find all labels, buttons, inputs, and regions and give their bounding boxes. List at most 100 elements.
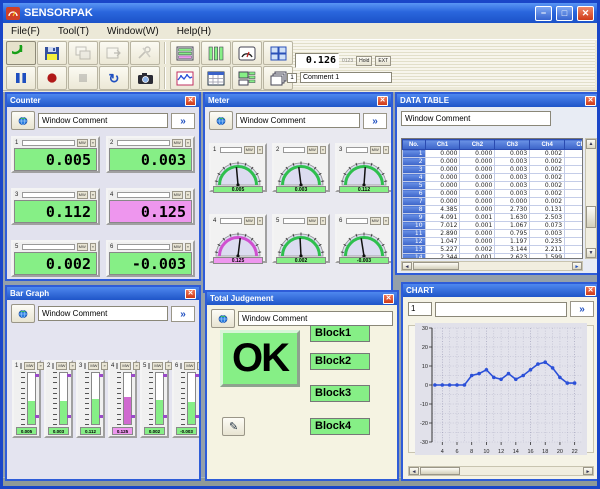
save-button[interactable] [37,41,67,65]
mw-button[interactable]: MW [88,362,99,370]
mw-button[interactable]: MW [370,146,381,154]
counter-window-titlebar[interactable]: Counter ✕ [7,94,199,107]
judgement-window-button[interactable] [232,66,262,90]
close-button[interactable]: ✕ [577,6,594,21]
total-judgement-comment-input[interactable] [238,311,393,326]
more-button[interactable]: » [383,146,389,154]
mw-button[interactable]: MW [244,146,255,154]
counter-expand-button[interactable]: » [171,113,195,129]
mw-button[interactable]: MW [172,139,183,147]
hold-button[interactable]: Hold [356,56,372,66]
edit-judgement-button[interactable]: ✎ [222,417,245,436]
more-button[interactable]: » [320,217,326,225]
comment-input[interactable] [300,72,392,83]
bar-graph-window-button[interactable] [201,41,231,65]
meter-subcomment-field[interactable] [346,147,368,153]
title-bar[interactable]: SENSORPAK − □ ✕ [3,3,597,23]
hscroll-thumb[interactable] [413,262,459,270]
more-button[interactable]: » [185,243,191,251]
bar-subcomment-field[interactable] [84,363,86,369]
bar-subcomment-field[interactable] [116,363,118,369]
meter-subcomment-field[interactable] [283,147,305,153]
mw-button[interactable]: MW [244,217,255,225]
mw-button[interactable]: MW [120,362,131,370]
more-button[interactable]: » [197,362,199,370]
bar-graph-settings-button[interactable] [11,304,35,323]
chart-window-button[interactable] [170,66,200,90]
meter-comment-input[interactable] [236,113,360,128]
more-button[interactable]: » [90,191,96,199]
ext-button[interactable]: EXT [375,56,391,66]
data-table-hscrollbar[interactable]: ◄ ► [401,261,583,271]
bar-graph-window-titlebar[interactable]: Bar Graph ✕ [7,287,199,300]
meter-subcomment-field[interactable] [220,147,242,153]
counter-window[interactable]: Counter ✕ » 1M [5,92,201,281]
more-button[interactable]: » [69,362,75,370]
scroll-down-icon[interactable]: ▼ [586,248,596,258]
data-table-vscrollbar[interactable]: ▲ ▼ [585,138,597,259]
data-table-close-icon[interactable]: ✕ [585,96,596,106]
counter-window-button[interactable] [170,41,200,65]
scroll-right-icon[interactable]: ► [572,262,582,270]
meter-settings-button[interactable] [209,111,233,130]
meter-window[interactable]: Meter ✕ » 1MW» [203,92,393,293]
counter-subcomment-field[interactable] [117,192,170,198]
menu-window[interactable]: Window(W) [106,26,160,37]
mw-button[interactable]: MW [307,217,318,225]
total-judgement-settings-button[interactable] [211,309,235,328]
more-button[interactable]: » [185,139,191,147]
hscroll-thumb[interactable] [420,467,460,475]
scroll-left-icon[interactable]: ◄ [409,467,419,475]
meter-window-button[interactable] [232,41,262,65]
meter-close-icon[interactable]: ✕ [377,96,388,106]
counter-subcomment-field[interactable] [22,140,75,146]
counter-settings-button[interactable] [11,111,35,130]
bar-subcomment-field[interactable] [20,363,22,369]
more-button[interactable]: » [165,362,171,370]
mw-button[interactable]: MW [77,139,88,147]
total-judgement-close-icon[interactable]: ✕ [383,294,394,304]
more-button[interactable]: » [257,217,263,225]
mw-button[interactable]: MW [24,362,35,370]
mw-button[interactable]: MW [172,243,183,251]
maximize-button[interactable]: □ [556,6,573,21]
counter-comment-input[interactable] [38,113,168,128]
pause-button[interactable] [6,66,36,90]
total-judgement-window[interactable]: Total Judgement ✕ OK [205,290,399,481]
counter-subcomment-field[interactable] [22,192,75,198]
bar-subcomment-field[interactable] [180,363,182,369]
more-button[interactable]: » [383,217,389,225]
menu-tool[interactable]: Tool(T) [57,26,90,37]
counter-subcomment-field[interactable] [117,244,170,250]
chart-comment-input[interactable] [435,302,567,317]
mw-button[interactable]: MW [77,243,88,251]
mw-button[interactable]: MW [307,146,318,154]
bar-subcomment-field[interactable] [148,363,150,369]
counter-subcomment-field[interactable] [117,140,170,146]
chart-window-titlebar[interactable]: CHART ✕ [403,284,599,297]
mw-button[interactable]: MW [56,362,67,370]
counter-close-icon[interactable]: ✕ [185,96,196,106]
chart-hscrollbar[interactable]: ◄ ► [408,466,594,476]
more-button[interactable]: » [37,362,43,370]
tile-windows-button[interactable] [263,41,293,65]
counter-subcomment-field[interactable] [22,244,75,250]
menu-file[interactable]: File(F) [10,26,41,37]
record-button[interactable] [37,66,67,90]
chart-window[interactable]: CHART ✕ 1 » 3020100-10-20-30468101214161… [401,282,600,481]
connect-button[interactable] [6,41,36,65]
vscroll-thumb[interactable] [586,206,596,228]
mw-button[interactable]: MW [184,362,195,370]
more-button[interactable]: » [185,191,191,199]
scroll-left-icon[interactable]: ◄ [402,262,412,270]
meter-subcomment-field[interactable] [283,218,305,224]
bar-graph-window[interactable]: Bar Graph ✕ » [5,285,201,481]
more-button[interactable]: » [320,146,326,154]
mw-button[interactable]: MW [172,191,183,199]
mw-button[interactable]: MW [370,217,381,225]
meter-expand-button[interactable]: » [363,113,387,129]
mw-button[interactable]: MW [152,362,163,370]
scroll-right-icon[interactable]: ► [583,467,593,475]
menu-help[interactable]: Help(H) [176,26,212,37]
mw-button[interactable]: MW [77,191,88,199]
